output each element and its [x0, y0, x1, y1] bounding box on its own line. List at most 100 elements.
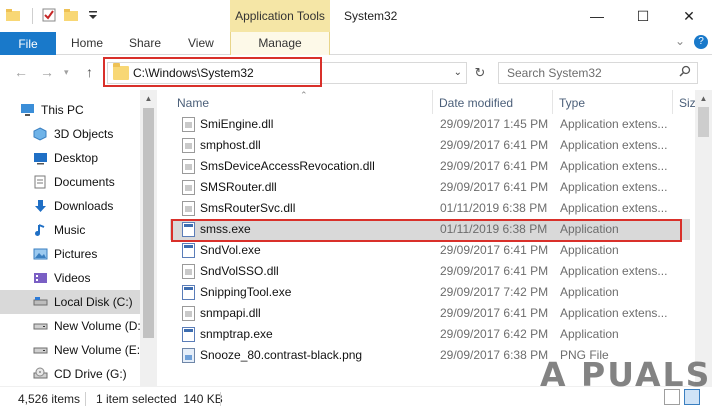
column-header-type[interactable]: Type [559, 90, 585, 114]
tab-file[interactable]: File [0, 32, 56, 55]
sidebar-item-label: Desktop [54, 151, 99, 165]
table-row[interactable]: SMSRouter.dll 29/09/2017 6:41 PM Applicati… [170, 177, 690, 198]
scroll-up-icon[interactable]: ▲ [140, 90, 157, 107]
sidebar-item-music[interactable]: Music [0, 218, 156, 242]
file-type: Application extens... [560, 159, 668, 173]
new-folder-icon[interactable] [64, 8, 78, 22]
collapse-ribbon-icon[interactable]: ⌄ [675, 34, 685, 48]
search-icon[interactable] [679, 65, 691, 80]
file-name: SMSRouter.dll [200, 180, 277, 194]
ribbon-tabs: File Home Share View Manage ⌄ ? [0, 32, 712, 55]
dll-file-icon [182, 306, 195, 321]
table-row[interactable]: SnippingTool.exe 29/09/2017 7:42 PM Applic… [170, 282, 690, 303]
column-header-name[interactable]: Name [177, 90, 209, 114]
sidebar-item-label: Videos [54, 271, 91, 285]
search-placeholder: Search System32 [507, 66, 602, 80]
minimize-button[interactable]: — [574, 0, 620, 32]
file-name: smphost.dll [200, 138, 261, 152]
3d-objects-icon [33, 127, 48, 141]
column-header-date[interactable]: Date modified [439, 90, 513, 114]
file-list-scrollbar[interactable]: ▲ [695, 90, 712, 386]
table-row[interactable]: snmptrap.exe 29/09/2017 6:42 PM Applicatio… [170, 324, 690, 345]
recent-locations-icon[interactable]: ▾ [64, 67, 69, 78]
table-row[interactable]: smphost.dll 29/09/2017 6:41 PM Application… [170, 135, 690, 156]
image-file-icon [182, 348, 195, 363]
file-type: Application [560, 327, 619, 341]
sidebar-item-label: Music [54, 223, 86, 237]
divider [432, 90, 433, 114]
forward-arrow-icon[interactable]: → [40, 64, 54, 80]
nav-scroll-thumb[interactable] [143, 108, 154, 338]
file-list-scroll-thumb[interactable] [698, 107, 709, 137]
file-type: Application extens... [560, 306, 668, 320]
address-bar[interactable]: C:\Windows\System32 ⌄ [107, 62, 467, 84]
customize-toolbar-icon[interactable] [86, 8, 100, 22]
context-tab-header: Application Tools [230, 0, 330, 32]
sidebar-item-label: Documents [54, 175, 115, 189]
drive-icon [33, 319, 48, 333]
file-date: 29/09/2017 6:41 PM [440, 159, 549, 173]
sidebar-item-new-volume-e[interactable]: New Volume (E:) [0, 338, 156, 362]
sidebar-item-label: CD Drive (G:) [54, 367, 127, 381]
close-button[interactable]: ✕ [666, 0, 712, 32]
application-icon [182, 222, 195, 237]
tab-view[interactable]: View [188, 36, 214, 50]
sidebar-item-videos[interactable]: Videos [0, 266, 156, 290]
title-bar: Application Tools System32 — ☐ ✕ [0, 0, 712, 32]
sidebar-item-label: Local Disk (C:) [54, 295, 133, 309]
file-date: 29/09/2017 6:41 PM [440, 264, 549, 278]
tab-share[interactable]: Share [129, 36, 161, 50]
folder-icon[interactable] [6, 8, 20, 22]
dll-file-icon [182, 201, 195, 216]
sidebar-item-pictures[interactable]: Pictures [0, 242, 156, 266]
table-row[interactable]: SmsDeviceAccessRevocation.dll 29/09/2017 … [170, 156, 690, 177]
table-row[interactable]: snmpapi.dll 29/09/2017 6:41 PM Application… [170, 303, 690, 324]
up-arrow-icon[interactable]: ↑ [86, 64, 93, 80]
sidebar-item-documents[interactable]: Documents [0, 170, 156, 194]
large-icons-view-icon[interactable] [684, 389, 700, 405]
application-icon [182, 327, 195, 342]
table-row[interactable]: SmiEngine.dll 29/09/2017 1:45 PM Applicati… [170, 114, 690, 135]
file-name: SmsDeviceAccessRevocation.dll [200, 159, 375, 173]
address-dropdown-icon[interactable]: ⌄ [454, 67, 462, 78]
sidebar-item-local-disk-c[interactable]: Local Disk (C:) [0, 290, 156, 314]
sidebar-item-desktop[interactable]: Desktop [0, 146, 156, 170]
tab-manage[interactable]: Manage [230, 32, 330, 55]
file-name: snmpapi.dll [200, 306, 261, 320]
properties-icon[interactable] [42, 8, 56, 22]
videos-icon [33, 271, 48, 285]
file-name: SndVolSSO.dll [200, 264, 279, 278]
file-date: 29/09/2017 6:41 PM [440, 306, 549, 320]
tab-home[interactable]: Home [71, 36, 103, 50]
maximize-button[interactable]: ☐ [620, 0, 666, 32]
search-input[interactable]: Search System32 [498, 62, 698, 84]
computer-icon [20, 103, 35, 117]
help-icon[interactable]: ? [694, 35, 708, 49]
table-row[interactable]: SmsRouterSvc.dll 01/11/2019 6:38 PM Applic… [170, 198, 690, 219]
navigation-pane: This PC 3D Objects Desktop Documents Dow… [0, 90, 158, 386]
sidebar-item-label: Pictures [54, 247, 98, 261]
nav-scrollbar[interactable]: ▲ [140, 90, 157, 386]
desktop-icon [33, 151, 48, 165]
drive-icon [33, 343, 48, 357]
dll-file-icon [182, 138, 195, 153]
sidebar-item-new-volume-d[interactable]: New Volume (D: [0, 314, 156, 338]
file-type: Application extens... [560, 180, 668, 194]
column-header-size[interactable]: Siz [679, 90, 695, 114]
sidebar-item-cd-drive-g[interactable]: CD Drive (G:) [0, 362, 156, 386]
file-name: SnippingTool.exe [200, 285, 292, 299]
sidebar-item-label: New Volume (E:) [54, 343, 145, 357]
scroll-up-icon[interactable]: ▲ [695, 90, 712, 107]
address-path[interactable]: C:\Windows\System32 [133, 66, 254, 80]
table-row[interactable]: SndVolSSO.dll 29/09/2017 6:41 PM Applicati… [170, 261, 690, 282]
back-arrow-icon[interactable]: ← [14, 64, 28, 80]
sidebar-item-3d-objects[interactable]: 3D Objects [0, 122, 156, 146]
table-row[interactable]: SndVol.exe 29/09/2017 6:41 PM Application [170, 240, 690, 261]
details-view-icon[interactable] [664, 389, 680, 405]
address-row: ← → ▾ ↑ C:\Windows\System32 ⌄ ↻ Search S… [0, 56, 712, 90]
sidebar-item-downloads[interactable]: Downloads [0, 194, 156, 218]
refresh-icon[interactable]: ↻ [470, 62, 490, 84]
dll-file-icon [182, 117, 195, 132]
sidebar-item-this-pc[interactable]: This PC [0, 98, 156, 122]
table-row[interactable]: smss.exe 01/11/2019 6:38 PM Application [170, 219, 690, 240]
